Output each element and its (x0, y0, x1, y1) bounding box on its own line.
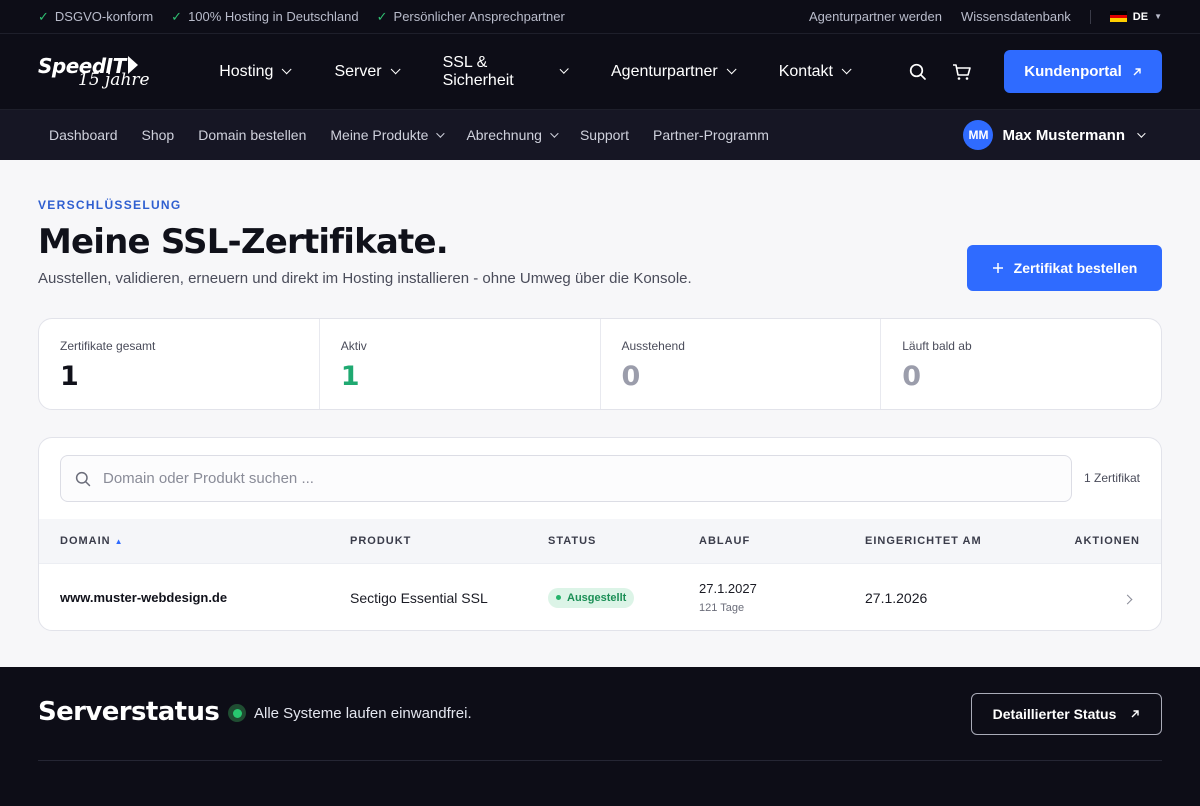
trust-item: ✓ 100% Hosting in Deutschland (171, 8, 359, 24)
subnav-my-products[interactable]: Meine Produkte (330, 127, 446, 143)
stat-value: 1 (60, 361, 79, 392)
chevron-down-icon (726, 64, 737, 75)
column-product: PRODUKT (350, 535, 412, 547)
cell-product: Sectigo Essential SSL (350, 589, 488, 606)
divider (1089, 9, 1091, 24)
row-open-button[interactable] (1122, 590, 1133, 606)
nav-agency-partner[interactable]: Agenturpartner (611, 54, 737, 90)
language-selector[interactable]: DE ▼ (1109, 10, 1162, 23)
expiry-date: 27.1.2027 (699, 581, 757, 596)
cart-icon (953, 63, 971, 80)
customer-subnav: Dashboard Shop Domain bestellen Meine Pr… (0, 110, 1200, 160)
avatar: MM (963, 120, 994, 150)
customer-portal-button[interactable]: Kundenportal (1004, 50, 1162, 93)
search-button[interactable] (898, 52, 938, 92)
subnav-shop[interactable]: Shop (142, 127, 175, 143)
detailed-status-button[interactable]: Detaillierter Status (971, 693, 1162, 735)
column-status: STATUS (548, 535, 597, 547)
top-bar: ✓ DSGVO-konform ✓ 100% Hosting in Deutschl… (0, 0, 1200, 34)
stats-panel: Zertifikate gesamt 1 Aktiv 1 Ausstehend … (38, 318, 1162, 410)
system-status: Alle Systeme laufen einwandfrei. (228, 704, 472, 722)
logo[interactable]: SpeedIT 15 jahre (38, 52, 185, 92)
status-text: Alle Systeme laufen einwandfrei. (254, 704, 472, 722)
result-count: 1 Zertifikat (1083, 471, 1140, 485)
section-eyebrow: VERSCHLÜSSELUNG (38, 198, 182, 212)
status-dot-icon (556, 595, 561, 601)
stat-total: Zertifikate gesamt 1 (39, 319, 320, 409)
table-header: DOMAIN ▲ PRODUKT STATUS ABLAUF EINGERICHT… (39, 519, 1161, 563)
stat-value: 0 (902, 361, 922, 392)
server-status-title: Serverstatus (38, 697, 220, 727)
search-icon (909, 63, 926, 80)
subnav-billing[interactable]: Abrechnung (466, 127, 559, 143)
nav-ssl[interactable]: SSL & Sicherheit (443, 54, 569, 90)
nav-contact[interactable]: Kontakt (779, 54, 852, 90)
search-icon (75, 471, 91, 486)
chevron-down-icon (1137, 129, 1146, 138)
column-created: EINGERICHTET AM (865, 535, 982, 547)
chevron-right-icon (1122, 594, 1133, 604)
chevron-down-icon (559, 64, 569, 75)
chevron-down-icon (841, 64, 852, 75)
column-domain[interactable]: DOMAIN ▲ (60, 535, 124, 547)
stat-value: 1 (340, 361, 360, 392)
subnav-support[interactable]: Support (580, 127, 629, 143)
cell-created: 27.1.2026 (865, 589, 928, 606)
cell-expiry: 27.1.2027 121 Tage (699, 581, 757, 614)
language-code: DE (1132, 10, 1149, 23)
check-icon: ✓ (171, 8, 183, 24)
user-menu[interactable]: MM Max Mustermann (963, 120, 1146, 150)
subnav-order-domain[interactable]: Domain bestellen (198, 127, 306, 143)
cart-button[interactable] (942, 52, 982, 92)
chevron-down-icon (282, 64, 293, 75)
trust-item: ✓ DSGVO-konform (38, 8, 154, 24)
cell-domain: www.muster-webdesign.de (60, 590, 228, 605)
column-expiry: ABLAUF (699, 535, 751, 547)
footer-divider (38, 760, 1162, 761)
knowledge-base-link[interactable]: Wissensdatenbank (961, 9, 1071, 24)
trust-item: ✓ Persönlicher Ansprechpartner (376, 8, 565, 24)
arrow-up-right-icon (1133, 67, 1141, 75)
search-field[interactable] (60, 455, 1072, 502)
nav-hosting[interactable]: Hosting (219, 54, 293, 90)
order-certificate-button[interactable]: Zertifikat bestellen (967, 245, 1162, 291)
status-badge: Ausgestellt (548, 587, 635, 608)
trust-list: ✓ DSGVO-konform ✓ 100% Hosting in Deutschl… (38, 9, 565, 25)
stat-active: Aktiv 1 (320, 319, 601, 409)
logo-sub: 15 jahre (78, 69, 150, 90)
sort-ascending-icon: ▲ (114, 537, 124, 546)
agency-partner-link[interactable]: Agenturpartner werden (809, 9, 942, 24)
subnav-partner-program[interactable]: Partner-Programm (653, 127, 769, 143)
stat-pending: Ausstehend 0 (601, 319, 882, 409)
plus-icon (992, 263, 1003, 273)
expiry-days: 121 Tage (699, 602, 745, 614)
table-row[interactable]: www.muster-webdesign.de Sectigo Essentia… (39, 563, 1161, 630)
page-title: Meine SSL-Zertifikate. (38, 222, 449, 262)
german-flag-icon (1109, 11, 1127, 23)
chevron-down-icon (550, 129, 559, 138)
chevron-down-icon (390, 64, 401, 75)
stat-value: 0 (621, 361, 641, 392)
stat-expiring-soon: Läuft bald ab 0 (881, 319, 1161, 409)
check-icon: ✓ (376, 8, 388, 24)
chevron-down-icon (436, 129, 446, 138)
server-status-footer: Serverstatus Alle Systeme laufen einwand… (0, 667, 1200, 806)
user-name: Max Mustermann (1002, 126, 1125, 144)
page-subtitle: Ausstellen, validieren, erneuern und dir… (38, 270, 692, 287)
certificates-table-card: 1 Zertifikat DOMAIN▲ PRODUKT STATUS ABLA… (38, 437, 1162, 631)
search-input[interactable] (103, 470, 1003, 487)
main-header: SpeedIT 15 jahre Hosting Server SSL & Si… (0, 34, 1200, 110)
status-ok-icon (228, 704, 246, 722)
subnav-dashboard[interactable]: Dashboard (49, 127, 118, 143)
column-actions: AKTIONEN (1074, 535, 1140, 547)
check-icon: ✓ (38, 8, 49, 24)
nav-server[interactable]: Server (334, 54, 401, 90)
cell-status: Ausgestellt (548, 587, 635, 608)
caret-down-icon: ▼ (1154, 12, 1162, 21)
arrow-up-right-icon (1131, 710, 1140, 718)
main-content: VERSCHLÜSSELUNG Meine SSL-Zertifikate. A… (0, 160, 1200, 667)
main-nav: Hosting Server SSL & Sicherheit Agenturp… (219, 54, 894, 90)
